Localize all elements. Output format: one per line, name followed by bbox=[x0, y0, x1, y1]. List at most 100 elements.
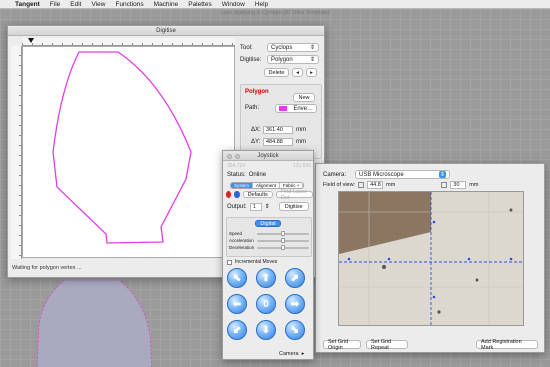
jog-down-button[interactable]: ⬇ bbox=[256, 320, 276, 340]
set-grid-repeat-button[interactable]: Set Grid Repeat bbox=[366, 339, 408, 351]
link-icon[interactable] bbox=[441, 182, 448, 188]
jog-up-button[interactable]: ⬆ bbox=[256, 268, 276, 288]
digitise-drawing-area[interactable] bbox=[22, 46, 235, 258]
arrow-down-icon: ⬇ bbox=[261, 324, 271, 336]
home-icon[interactable] bbox=[234, 191, 240, 198]
status-value: Online bbox=[248, 172, 267, 178]
tab-system[interactable]: System bbox=[231, 183, 254, 188]
arrow-down-left-icon: ⬋ bbox=[232, 324, 242, 336]
acceleration-slider[interactable] bbox=[257, 238, 309, 243]
previous-button[interactable]: ◂ bbox=[292, 68, 303, 77]
find-laser-dot-button[interactable]: Find Laser Dot bbox=[275, 189, 313, 201]
new-path-button[interactable]: New bbox=[293, 93, 315, 102]
document-title: Luke digitising & Cyclops (82 Ultra Temp… bbox=[220, 10, 330, 16]
dx-field[interactable]: 361.40 bbox=[263, 126, 293, 134]
menu-view[interactable]: View bbox=[91, 1, 105, 8]
minimize-window-icon[interactable] bbox=[235, 153, 240, 159]
menu-edit[interactable]: Edit bbox=[70, 1, 81, 8]
deceleration-slider-knob[interactable] bbox=[281, 245, 285, 250]
dy-unit: mm bbox=[296, 139, 306, 145]
tool-popup[interactable]: Cyclops ⇕ bbox=[267, 43, 319, 52]
speed-slider-knob[interactable] bbox=[281, 231, 285, 236]
tool-label: Tool: bbox=[240, 44, 253, 51]
fov-label: Field of view: bbox=[323, 182, 356, 188]
popup-arrows-icon: ⇕ bbox=[309, 57, 315, 63]
popup-arrows-icon: ⇕ bbox=[309, 45, 315, 51]
digitised-polygon bbox=[52, 51, 192, 244]
acceleration-label: Acceleration bbox=[229, 238, 254, 243]
path-popup[interactable]: Enve… bbox=[275, 104, 317, 113]
next-button[interactable]: ▸ bbox=[306, 68, 317, 77]
menu-machine[interactable]: Machine bbox=[154, 1, 179, 8]
tab-alignment[interactable]: Alignment bbox=[253, 183, 281, 188]
acceleration-slider-knob[interactable] bbox=[281, 238, 285, 243]
arrow-left-icon: ⬅ bbox=[232, 298, 242, 310]
jog-down-left-button[interactable]: ⬋ bbox=[227, 320, 247, 340]
menu-palettes[interactable]: Palettes bbox=[188, 1, 212, 8]
menu-window[interactable]: Window bbox=[222, 1, 245, 8]
jog-up-right-button[interactable]: ⬈ bbox=[285, 268, 305, 288]
polygon-title: Polygon bbox=[245, 89, 269, 95]
fov-height-field[interactable]: 30 bbox=[450, 181, 467, 189]
tab-fabric[interactable]: Fabric + bbox=[280, 183, 304, 188]
jog-up-left-button[interactable]: ⬉ bbox=[227, 268, 247, 288]
delete-button[interactable]: Delete bbox=[264, 68, 289, 77]
speed-label: Speed bbox=[229, 231, 243, 236]
close-window-icon[interactable] bbox=[227, 153, 232, 159]
joystick-window-title: Joystick bbox=[257, 153, 279, 159]
motion-settings-panel: Digital Speed Acceleration Deceleration bbox=[226, 217, 312, 257]
arrow-right-icon: ➡ bbox=[290, 298, 300, 310]
ruler-origin-marker bbox=[28, 38, 34, 43]
camera-image bbox=[339, 192, 523, 325]
menu-help[interactable]: Help bbox=[255, 1, 268, 8]
ghost-polygon bbox=[36, 280, 152, 367]
arrow-up-right-icon: ⬈ bbox=[290, 272, 300, 284]
dx-label: ΔX: bbox=[251, 127, 261, 133]
incremental-checkbox[interactable] bbox=[227, 259, 232, 265]
menu-bar: Tangent File Edit View Functions Machine… bbox=[0, 0, 550, 9]
menu-file[interactable]: File bbox=[50, 1, 60, 8]
link-icon[interactable] bbox=[358, 182, 365, 188]
jog-down-right-button[interactable]: ⬊ bbox=[285, 320, 305, 340]
arrow-left-icon: ◂ bbox=[296, 69, 299, 76]
tool-value: Cyclops bbox=[271, 44, 293, 51]
center-zero-glyph: 0 bbox=[263, 298, 269, 310]
stop-icon[interactable] bbox=[226, 191, 232, 198]
popup-arrows-icon: ⇕ bbox=[438, 171, 447, 178]
path-label: Path: bbox=[245, 105, 260, 111]
digitise-status-text: Waiting for polygon vertex ... bbox=[12, 265, 82, 271]
joystick-digitise-button[interactable]: Digitise bbox=[278, 202, 309, 211]
camera-popup[interactable]: USB Microscope ⇕ bbox=[355, 170, 451, 179]
polygon-panel: Polygon New Path: Enve… ΔX: 361.40 mm ΔY… bbox=[240, 84, 322, 159]
arrow-right-icon: ▸ bbox=[310, 69, 313, 76]
joystick-window: Joystick 354.724 131.656 Status: Online … bbox=[222, 150, 314, 360]
disclosure-icon[interactable]: ▸ bbox=[302, 351, 305, 357]
digitise-titlebar[interactable]: Digitise bbox=[8, 26, 324, 36]
deceleration-slider[interactable] bbox=[257, 245, 309, 250]
digitise-window-title: Digitise bbox=[156, 28, 176, 34]
dx-unit: mm bbox=[296, 127, 306, 133]
status-label: Status: bbox=[227, 172, 246, 178]
camera-footer-label[interactable]: Camera bbox=[279, 351, 299, 357]
fov-width-field[interactable]: 44.8 bbox=[367, 181, 384, 189]
camera-view[interactable] bbox=[338, 191, 524, 326]
joystick-titlebar[interactable]: Joystick bbox=[223, 151, 313, 161]
top-ruler bbox=[22, 38, 235, 46]
add-registration-mark-button[interactable]: Add Registration Mark bbox=[476, 339, 538, 351]
defaults-button[interactable]: Defaults bbox=[242, 191, 273, 198]
digitise-mode-popup[interactable]: Polygon ⇕ bbox=[267, 55, 319, 64]
speed-slider[interactable] bbox=[257, 231, 309, 236]
set-grid-origin-button[interactable]: Set Grid Origin bbox=[323, 339, 361, 351]
jog-center-button[interactable]: 0 bbox=[256, 294, 276, 314]
output-field[interactable]: 1 bbox=[249, 202, 262, 211]
stepper-icon[interactable]: ⇕ bbox=[265, 203, 270, 210]
jog-left-button[interactable]: ⬅ bbox=[227, 294, 247, 314]
jog-right-button[interactable]: ➡ bbox=[285, 294, 305, 314]
camera-window: Camera: USB Microscope ⇕ Field of view: … bbox=[315, 163, 545, 353]
coord-y-readout: 131.656 bbox=[292, 163, 311, 169]
fov-width-unit: mm bbox=[386, 182, 396, 188]
digital-mode-button[interactable]: Digital bbox=[255, 220, 281, 227]
dy-field[interactable]: 484.88 bbox=[263, 138, 293, 146]
menu-functions[interactable]: Functions bbox=[115, 1, 143, 8]
menu-app-name[interactable]: Tangent bbox=[15, 1, 40, 8]
